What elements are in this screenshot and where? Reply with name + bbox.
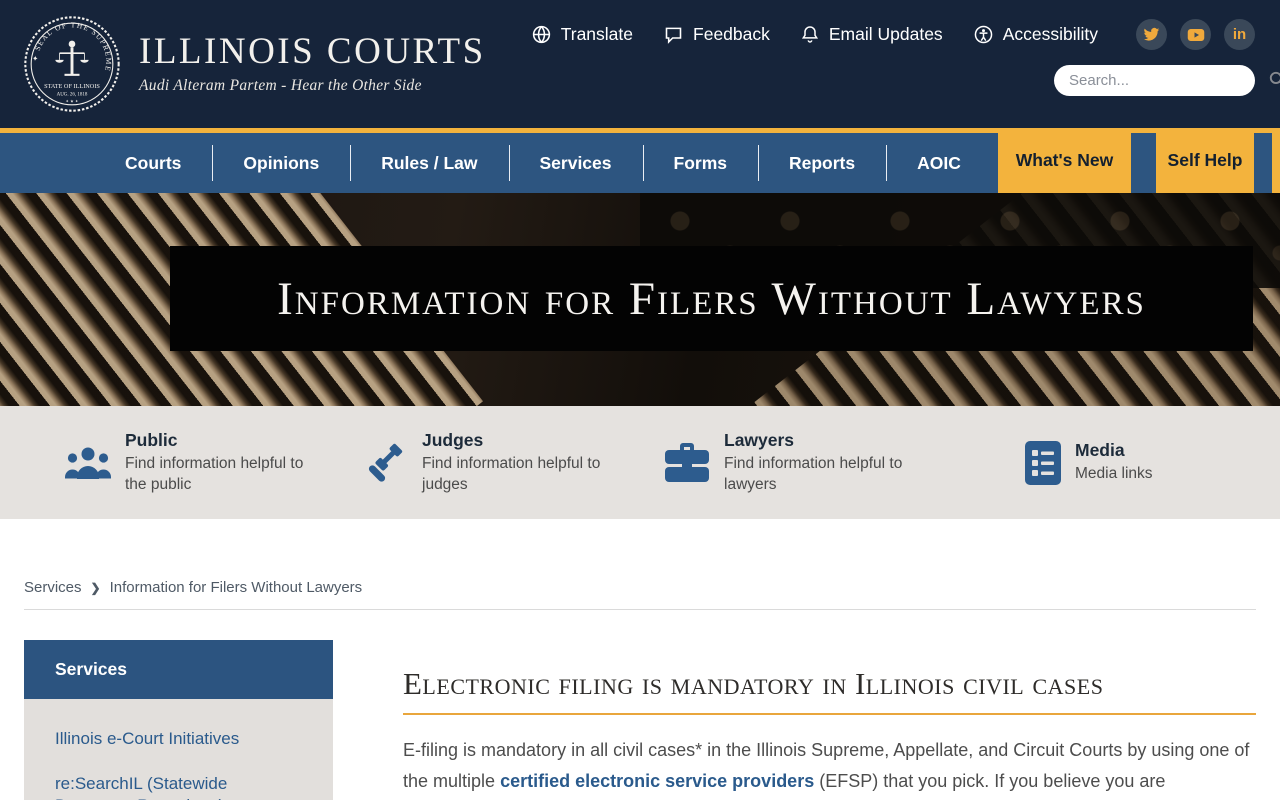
accessibility-label: Accessibility — [1002, 24, 1098, 44]
search-button[interactable] — [1268, 70, 1280, 92]
nav-item-partial — [1272, 128, 1280, 193]
email-updates-label: Email Updates — [828, 24, 943, 44]
audience-title-media: Media — [1075, 440, 1125, 461]
heading-rule — [403, 712, 1256, 715]
seal-state-text: STATE OF ILLINOIS — [44, 83, 100, 90]
site-title: ILLINOIS COURTS — [139, 30, 486, 72]
twitter-icon[interactable] — [1136, 19, 1167, 50]
page-title: Information for Filers Without Lawyers — [277, 272, 1146, 325]
accessibility-link[interactable]: Accessibility — [973, 24, 1098, 45]
linkedin-icon[interactable]: in — [1224, 19, 1255, 50]
nav-item-whats-new[interactable]: What's New — [998, 128, 1131, 193]
hero-banner: Information for Filers Without Lawyers — [170, 246, 1253, 351]
people-icon — [64, 445, 112, 481]
translate-link[interactable]: Translate — [531, 24, 633, 45]
article-heading: Electronic filing is mandatory in Illino… — [403, 666, 1104, 701]
nav-item-opinions[interactable]: Opinions — [212, 133, 350, 193]
brand-block: ILLINOIS COURTS Audi Alteram Partem - He… — [139, 30, 486, 96]
article-paragraph: E-filing is mandatory in all civil cases… — [403, 735, 1256, 798]
nav-item-forms[interactable]: Forms — [642, 133, 758, 193]
search-input[interactable] — [1069, 72, 1268, 89]
services-sidebar: Services Illinois e-Court Initiatives re… — [24, 640, 333, 800]
breadcrumb: Services ❯ Information for Filers Withou… — [24, 579, 1256, 596]
audience-desc-public: Find information helpful to the public — [125, 454, 304, 493]
globe-icon — [531, 24, 552, 45]
feedback-label: Feedback — [693, 24, 770, 44]
briefcase-icon — [663, 442, 711, 484]
search-box — [1054, 65, 1280, 96]
svg-text:✦ SEAL OF THE SUPREME COURT: ✦ SEAL OF THE SUPREME COURT — [22, 14, 113, 73]
svg-text:✦ ★ ✦: ✦ ★ ✦ — [65, 98, 79, 103]
nav-item-courts[interactable]: Courts — [94, 133, 212, 193]
audience-title-judges: Judges — [422, 429, 484, 450]
social-links: in — [1136, 19, 1255, 50]
nav-item-self-help[interactable]: Self Help — [1156, 128, 1254, 193]
efsp-link[interactable]: certified electronic service providers — [500, 771, 814, 791]
audience-desc-lawyers: Find information helpful to lawyers — [724, 454, 903, 493]
audience-title-public: Public — [125, 429, 178, 450]
article: Electronic filing is mandatory in Illino… — [403, 640, 1256, 798]
home-logo-link[interactable]: ✦ SEAL OF THE SUPREME COURT STATE OF ILL… — [22, 14, 486, 114]
nav-item-reports[interactable]: Reports — [758, 133, 886, 193]
audience-desc-media: Media links — [1075, 465, 1153, 483]
sidebar-link-researchil[interactable]: re:SearchIL (Statewide Document Reposito… — [55, 773, 302, 800]
paragraph-text-after: (EFSP) that you pick. If you believe you… — [814, 771, 1166, 792]
nav-item-aoic[interactable]: AOIC — [886, 133, 992, 193]
email-updates-link[interactable]: Email Updates — [800, 24, 943, 45]
gavel-icon — [363, 440, 409, 486]
media-list-icon — [1024, 440, 1062, 486]
audience-strip: Public Find information helpful to the p… — [0, 406, 1280, 519]
sidebar-title: Services — [24, 640, 333, 699]
audience-card-public[interactable]: Public Find information helpful to the p… — [64, 430, 363, 496]
nav-item-services[interactable]: Services — [508, 133, 643, 193]
sidebar-link-ecourt-initiatives[interactable]: Illinois e-Court Initiatives — [55, 728, 302, 749]
seal-date-text: AUG. 26, 1818 — [57, 93, 88, 98]
supreme-court-seal-icon: ✦ SEAL OF THE SUPREME COURT STATE OF ILL… — [22, 14, 122, 114]
audience-card-media[interactable]: Media Media links — [1024, 440, 1280, 486]
feedback-link[interactable]: Feedback — [663, 24, 770, 45]
bell-icon — [800, 24, 820, 45]
breadcrumb-current: Information for Filers Without Lawyers — [109, 579, 363, 596]
audience-desc-judges: Find information helpful to judges — [422, 454, 601, 493]
breadcrumb-divider — [24, 609, 1256, 610]
search-icon — [1268, 70, 1280, 92]
chevron-right-icon: ❯ — [90, 580, 101, 595]
site-header: ✦ SEAL OF THE SUPREME COURT STATE OF ILL… — [0, 0, 1280, 128]
site-tagline: Audi Alteram Partem - Hear the Other Sid… — [139, 77, 422, 95]
audience-title-lawyers: Lawyers — [724, 429, 795, 450]
speech-bubble-icon — [663, 24, 684, 45]
audience-card-judges[interactable]: Judges Find information helpful to judge… — [363, 430, 663, 496]
translate-label: Translate — [560, 24, 634, 44]
nav-item-rules-law[interactable]: Rules / Law — [350, 133, 508, 193]
hero-section: Information for Filers Without Lawyers — [0, 193, 1280, 406]
accessibility-icon — [973, 24, 994, 45]
breadcrumb-services[interactable]: Services — [24, 579, 82, 596]
utility-links-row: Translate Feedback Email Updates Accessi… — [531, 19, 1255, 50]
audience-card-lawyers[interactable]: Lawyers Find information helpful to lawy… — [663, 430, 1024, 496]
youtube-icon[interactable] — [1180, 19, 1211, 50]
main-navigation: Courts Opinions Rules / Law Services For… — [0, 128, 1280, 193]
